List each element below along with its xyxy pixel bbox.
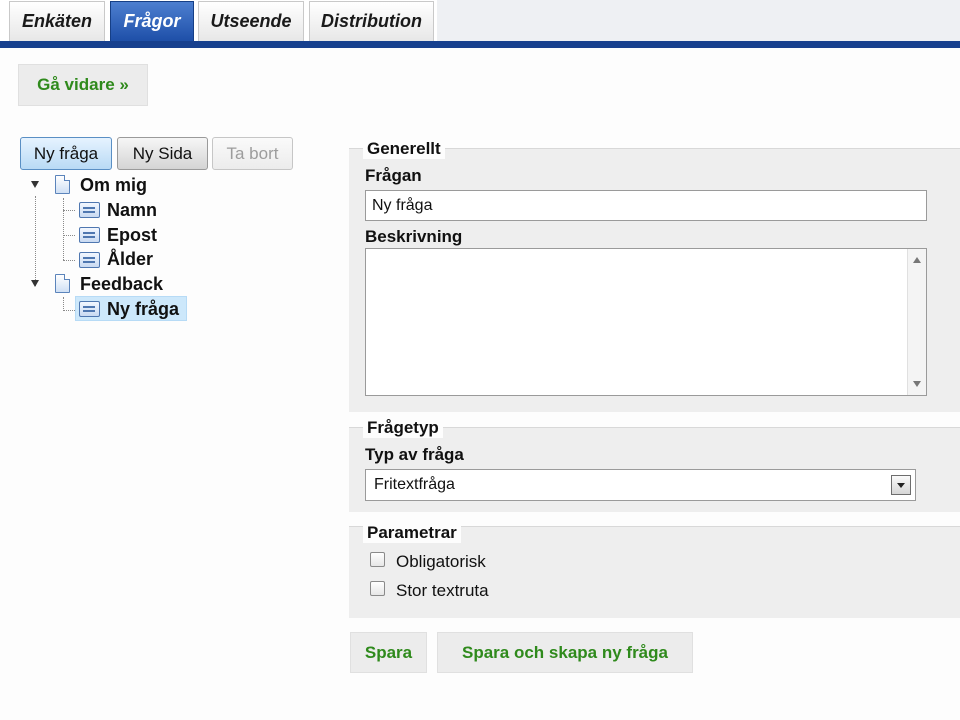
description-label: Beskrivning bbox=[365, 227, 463, 246]
question-icon bbox=[79, 202, 100, 218]
question-icon bbox=[79, 252, 100, 268]
description-scrollbar[interactable] bbox=[907, 249, 926, 395]
expand-arrow-icon[interactable] bbox=[31, 280, 39, 287]
tree-line bbox=[35, 196, 36, 286]
tab-enkaten[interactable]: Enkäten bbox=[9, 1, 105, 41]
question-label: Frågan bbox=[365, 166, 422, 185]
tree-question-ny-fraga[interactable]: Ny fråga bbox=[107, 298, 179, 320]
new-question-button[interactable]: Ny fråga bbox=[20, 137, 112, 170]
tree-question-epost[interactable]: Epost bbox=[107, 224, 157, 246]
save-button[interactable]: Spara bbox=[350, 632, 427, 673]
tab-bar-background bbox=[437, 0, 960, 42]
question-type-label: Typ av fråga bbox=[365, 445, 464, 464]
tree-page-om-mig[interactable]: Om mig bbox=[80, 174, 147, 196]
description-textarea[interactable] bbox=[365, 248, 927, 396]
scroll-up-icon[interactable] bbox=[913, 257, 921, 263]
question-icon bbox=[79, 301, 100, 317]
new-page-button[interactable]: Ny Sida bbox=[117, 137, 208, 170]
tree-line bbox=[63, 210, 75, 211]
tab-bar-underline bbox=[0, 41, 960, 48]
tree-line bbox=[63, 297, 64, 311]
tab-distribution[interactable]: Distribution bbox=[309, 1, 434, 41]
tab-utseende[interactable]: Utseende bbox=[198, 1, 304, 41]
expand-arrow-icon[interactable] bbox=[31, 181, 39, 188]
large-textbox-checkbox[interactable] bbox=[370, 581, 385, 596]
tree-line bbox=[63, 310, 75, 311]
tree-line bbox=[63, 235, 75, 236]
question-type-legend: Frågetyp bbox=[363, 418, 443, 438]
question-type-value: Fritextfråga bbox=[374, 476, 455, 493]
question-type-select[interactable]: Fritextfråga bbox=[365, 469, 916, 501]
scroll-down-icon[interactable] bbox=[913, 381, 921, 387]
save-and-new-button[interactable]: Spara och skapa ny fråga bbox=[437, 632, 693, 673]
page-icon bbox=[55, 175, 70, 194]
delete-button[interactable]: Ta bort bbox=[212, 137, 293, 170]
mandatory-checkbox[interactable] bbox=[370, 552, 385, 567]
mandatory-label[interactable]: Obligatorisk bbox=[396, 552, 486, 572]
question-icon bbox=[79, 227, 100, 243]
general-legend: Generellt bbox=[363, 139, 445, 159]
large-textbox-label[interactable]: Stor textruta bbox=[396, 581, 489, 601]
next-button[interactable]: Gå vidare » bbox=[18, 64, 148, 106]
tab-fragor[interactable]: Frågor bbox=[110, 1, 194, 41]
question-input[interactable] bbox=[365, 190, 927, 221]
tree-question-alder[interactable]: Ålder bbox=[107, 248, 153, 270]
tree-line bbox=[63, 198, 64, 260]
chevron-down-icon[interactable] bbox=[891, 475, 911, 495]
page-icon bbox=[55, 274, 70, 293]
tree-page-feedback[interactable]: Feedback bbox=[80, 273, 163, 295]
tab-bar: Enkäten Frågor Utseende Distribution bbox=[0, 0, 960, 48]
parameters-legend: Parametrar bbox=[363, 523, 461, 543]
tree-line bbox=[63, 260, 75, 261]
tree-question-namn[interactable]: Namn bbox=[107, 199, 157, 221]
